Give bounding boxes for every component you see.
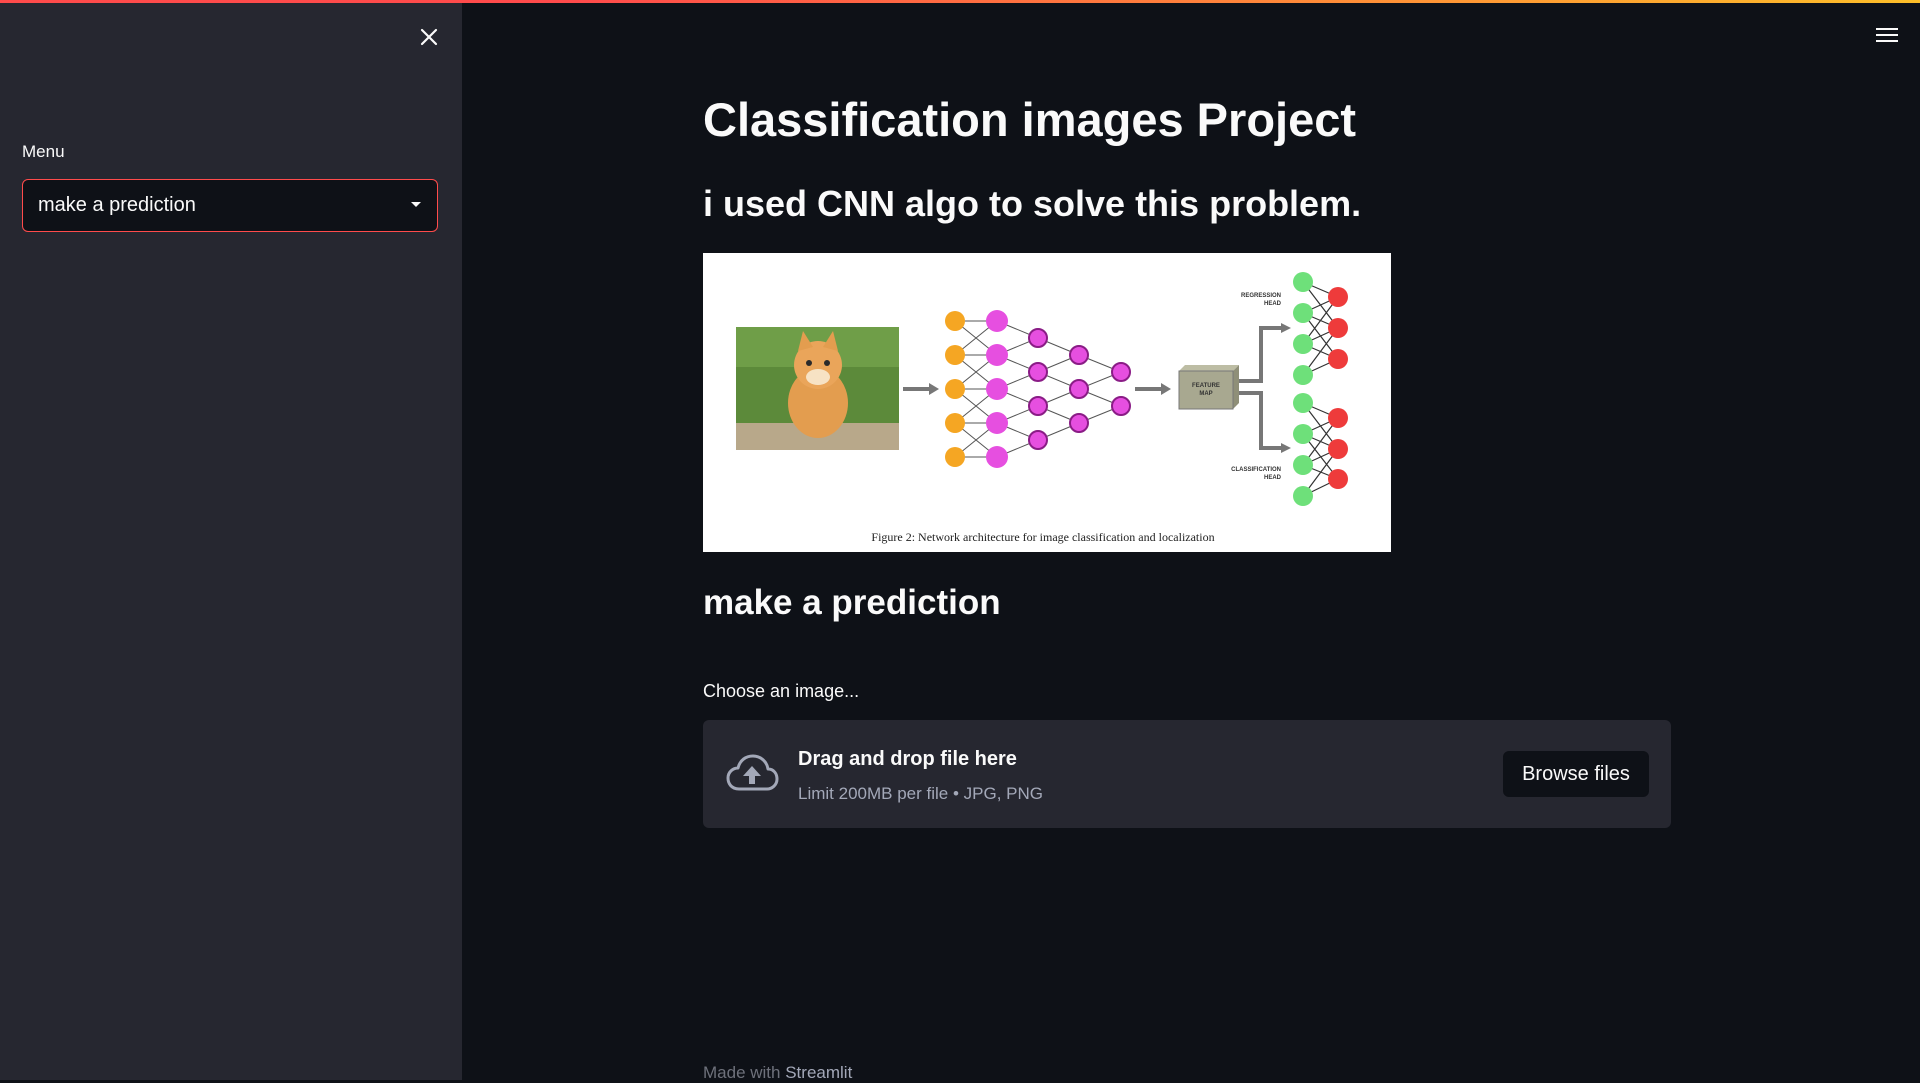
feature-map-box: FEATURE MAP	[1178, 365, 1239, 410]
flow-arrows	[903, 383, 1171, 395]
figure-caption: Figure 2: Network architecture for image…	[871, 530, 1214, 544]
classification-head-label-2: HEAD	[1264, 475, 1282, 481]
hidden-layer-4-nodes	[1111, 362, 1131, 416]
menu-select-value: make a prediction	[38, 194, 196, 216]
branch-arrow-heads	[1281, 323, 1291, 453]
caret-down-icon	[411, 202, 421, 207]
file-dropzone[interactable]: Drag and drop file here Limit 200MB per …	[703, 720, 1671, 828]
sidebar: Menu make a prediction	[0, 0, 462, 1080]
cnn-architecture-figure: FEATURE MAP REGRESSION HEAD CLASSIFICATI…	[703, 253, 1391, 552]
input-layer-nodes	[945, 311, 965, 467]
hamburger-menu-icon[interactable]	[1872, 22, 1902, 48]
branch-arrows	[1239, 326, 1281, 450]
page-title: Classification images Project	[703, 93, 1357, 146]
classification-head-label-1: CLASSIFICATION	[1231, 467, 1281, 473]
drop-title: Drag and drop file here	[798, 748, 1017, 770]
regression-head-label-2: HEAD	[1264, 301, 1282, 307]
hidden-layer-1-nodes	[986, 310, 1008, 468]
streamlit-link[interactable]: Streamlit	[785, 1063, 852, 1082]
footer: Made with Streamlit	[703, 1063, 852, 1083]
hidden-layer-2-nodes	[1028, 328, 1048, 450]
browse-files-button[interactable]: Browse files	[1503, 751, 1649, 797]
drop-limit-text: Limit 200MB per file • JPG, PNG	[798, 784, 1043, 803]
cat-photo	[736, 327, 899, 450]
page-subtitle: i used CNN algo to solve this problem.	[703, 183, 1362, 224]
close-icon[interactable]	[412, 20, 446, 54]
top-decoration-bar	[0, 0, 1920, 3]
hidden-layer-3-nodes	[1069, 345, 1089, 433]
menu-select[interactable]: make a prediction	[22, 179, 438, 232]
regression-head-label-1: REGRESSION	[1241, 293, 1281, 299]
footer-prefix: Made with	[703, 1063, 781, 1082]
menu-label: Menu	[22, 142, 65, 161]
cloud-upload-icon	[725, 753, 779, 797]
section-title: make a prediction	[703, 583, 1001, 622]
main-content: Classification images Project i used CNN…	[703, 0, 1673, 1083]
feature-map-label-2: MAP	[1199, 391, 1212, 397]
head-green-nodes	[1293, 272, 1313, 506]
feature-map-label-1: FEATURE	[1192, 383, 1220, 389]
uploader-label: Choose an image...	[703, 681, 860, 701]
